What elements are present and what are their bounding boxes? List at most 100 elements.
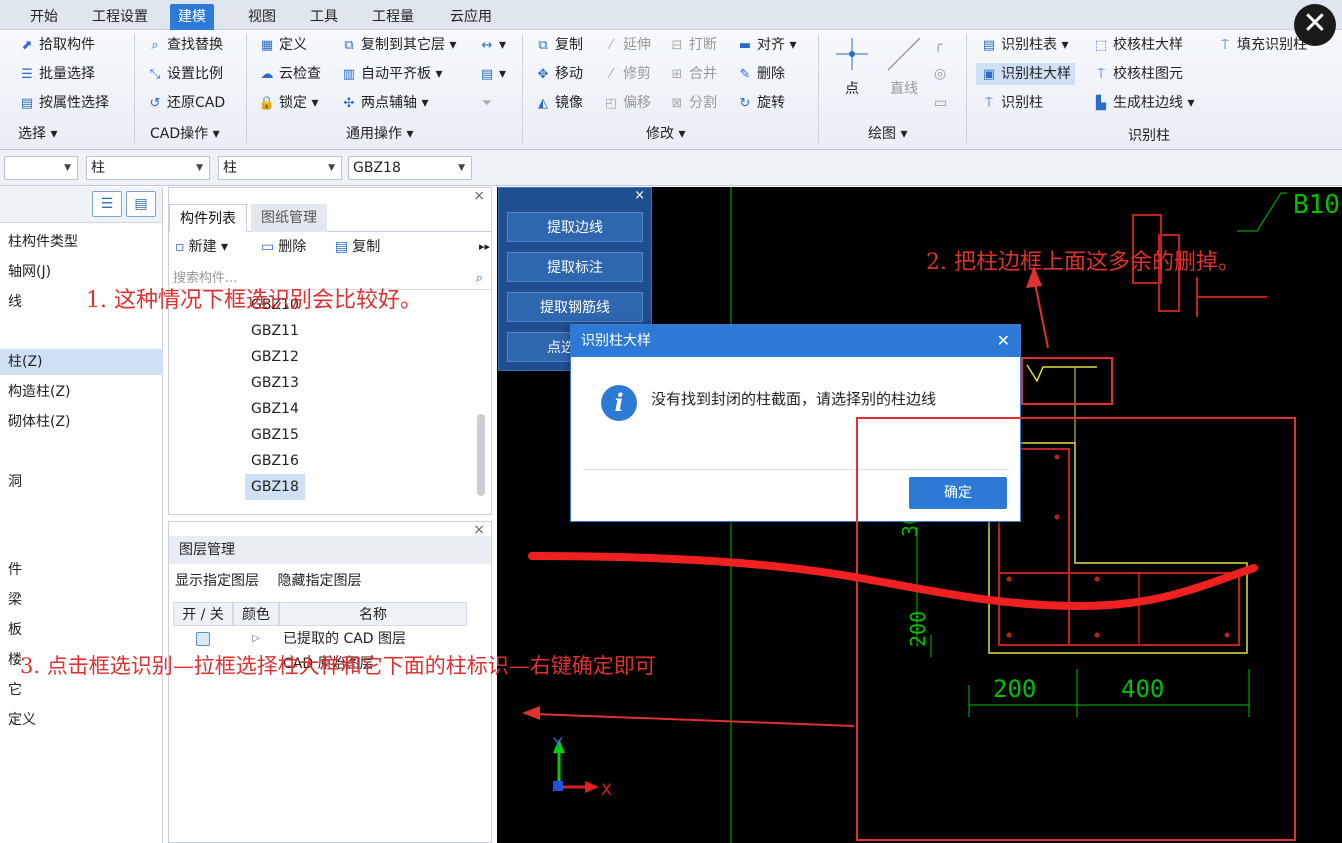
rect-icon[interactable]: ▭ <box>934 92 947 114</box>
align-button[interactable]: ▬ 对齐 ▾ <box>736 34 797 56</box>
select-by-property-button[interactable]: ▤ 按属性选择 <box>18 92 109 114</box>
delete-component-button[interactable]: ▭ 删除 <box>261 236 306 258</box>
line-tool[interactable]: 直线 <box>884 34 924 98</box>
draw-group-label[interactable]: 绘图 ▾ <box>868 124 907 144</box>
extract-dimension-button[interactable]: 提取标注 <box>507 252 643 282</box>
copy-component-button[interactable]: ▤ 复制 <box>335 236 380 258</box>
tab-start[interactable]: 开始 <box>22 6 66 30</box>
cloud-check-button[interactable]: ☁ 云检查 <box>258 63 322 85</box>
nav-item-slab[interactable]: 板 <box>0 617 163 643</box>
category-select[interactable]: 柱 ▼ <box>86 156 210 180</box>
column-header-color: 颜色 <box>233 602 279 626</box>
trim-icon: ⁄ <box>609 67 613 82</box>
list-item[interactable]: GBZ16 <box>245 448 305 474</box>
new-component-button[interactable]: ▫ 新建 ▾ <box>175 236 228 258</box>
common-group-label[interactable]: 通用操作 ▾ <box>346 124 413 144</box>
generate-column-edge-button[interactable]: ▙ 生成柱边线 ▾ <box>1092 92 1194 114</box>
type-select[interactable]: 柱 ▼ <box>218 156 342 180</box>
fill-recognize-column-button[interactable]: ⍑ 填充识别柱 <box>1216 34 1307 56</box>
close-icon[interactable]: × <box>473 188 485 204</box>
restore-cad-button[interactable]: ↺ 还原CAD <box>146 92 226 114</box>
point-tool[interactable]: 点 <box>834 34 870 98</box>
tab-view[interactable]: 视图 <box>240 6 284 30</box>
check-column-detail-button[interactable]: ⬚ 校核柱大样 <box>1092 34 1183 56</box>
nav-item-custom[interactable]: 定义 <box>0 707 163 733</box>
recognize-column-table-button[interactable]: ▤ 识别柱表 ▾ <box>980 34 1069 56</box>
define-button[interactable]: ▦ 定义 <box>258 34 307 56</box>
nav-item-opening[interactable]: 洞 <box>0 469 163 495</box>
cad-group-label[interactable]: CAD操作 ▾ <box>150 124 220 144</box>
list-item[interactable]: GBZ11 <box>245 318 305 344</box>
find-replace-button[interactable]: ⌕ 查找替换 <box>146 34 223 56</box>
trim-button[interactable]: ⁄ 修剪 <box>602 63 651 85</box>
show-layer-link[interactable]: 显示指定图层 <box>175 573 259 589</box>
nav-item-constructional-column[interactable]: 构造柱(Z) <box>0 379 163 405</box>
auto-align-slab-button[interactable]: ▥ 自动平齐板 ▾ <box>340 63 443 85</box>
copy-button[interactable]: ⧉ 复制 <box>534 34 583 56</box>
delete-icon: ▭ <box>261 239 275 255</box>
list-item[interactable]: GBZ14 <box>245 396 305 422</box>
mirror-button[interactable]: ◭ 镜像 <box>534 92 583 114</box>
move-icon: ✥ <box>537 67 549 82</box>
nav-item-component[interactable]: 件 <box>0 557 163 583</box>
list-view-icon[interactable]: ☰ <box>92 191 122 217</box>
tab-drawing-management[interactable]: 图纸管理 <box>251 204 327 232</box>
circle-icon[interactable]: ◎ <box>934 63 946 85</box>
expand-icon[interactable]: ▷ <box>233 627 279 651</box>
layer-toggle-checkbox[interactable] <box>173 627 233 651</box>
recognize-column-button[interactable]: ⍑ 识别柱 <box>980 92 1043 114</box>
batch-select-button[interactable]: ☰ 批量选择 <box>18 63 95 85</box>
split-button[interactable]: ⊠ 分割 <box>668 92 717 114</box>
tab-project-settings[interactable]: 工程设置 <box>84 6 156 30</box>
tab-modeling[interactable]: 建模 <box>170 4 214 30</box>
close-icon[interactable]: ✕ <box>997 325 1010 357</box>
tab-quantities[interactable]: 工程量 <box>364 6 422 30</box>
recognize-column-detail-button[interactable]: ▣ 识别柱大样 <box>976 63 1075 85</box>
component-list-panel: × 构件列表 图纸管理 ▫ 新建 ▾ ▭ 删除 ▤ 复制 ▸▸ 搜索构件... ⌕ GB… <box>168 187 492 515</box>
move-button[interactable]: ✥ 移动 <box>534 63 583 85</box>
layout-tool-icon[interactable]: ▤ ▾ <box>478 63 506 85</box>
select-group-label[interactable]: 选择 ▾ <box>18 124 57 144</box>
list-item[interactable]: GBZ15 <box>245 422 305 448</box>
nav-item-beam[interactable]: 梁 <box>0 587 163 613</box>
check-column-element-button[interactable]: ⍑ 校核柱图元 <box>1092 63 1183 85</box>
dialog-title: 识别柱大样 <box>581 333 651 349</box>
set-scale-button[interactable]: ⤡ 设置比例 <box>146 63 223 85</box>
merge-button[interactable]: ⊞ 合并 <box>668 63 717 85</box>
tab-tools[interactable]: 工具 <box>302 6 346 30</box>
extract-rebar-button[interactable]: 提取钢筋线 <box>507 292 643 322</box>
extract-edge-button[interactable]: 提取边线 <box>507 212 643 242</box>
modify-group-label[interactable]: 修改 ▾ <box>646 124 685 144</box>
tab-component-list[interactable]: 构件列表 <box>169 204 247 232</box>
line-icon <box>887 37 921 71</box>
lock-button[interactable]: 🔒 锁定 ▾ <box>258 92 319 114</box>
list-item[interactable]: GBZ12 <box>245 344 305 370</box>
filter-icon[interactable]: ⏷ <box>478 92 499 114</box>
offset-button[interactable]: ◰ 偏移 <box>602 92 651 114</box>
delete-button[interactable]: ✎ 删除 <box>736 63 785 85</box>
rotate-button[interactable]: ↻ 旋转 <box>736 92 785 114</box>
nav-item-other[interactable]: 它 <box>0 677 163 703</box>
hide-layer-link[interactable]: 隐藏指定图层 <box>277 573 361 589</box>
arc-icon[interactable]: ╭ <box>934 34 942 56</box>
list-scrollbar[interactable] <box>477 414 485 496</box>
component-select[interactable]: GBZ18 ▼ <box>348 156 472 180</box>
nav-item-column[interactable]: 柱(Z) <box>0 349 163 375</box>
ok-button[interactable]: 确定 <box>909 477 1007 509</box>
floor-select[interactable]: ▼ <box>4 156 78 180</box>
copy-to-floor-button[interactable]: ⧉ 复制到其它层 ▾ <box>340 34 456 56</box>
list-item-selected[interactable]: GBZ18 <box>245 474 305 500</box>
nav-item-column-types[interactable]: 柱构件类型 <box>0 229 163 255</box>
list-item[interactable]: GBZ13 <box>245 370 305 396</box>
two-point-axis-button[interactable]: ✣ 两点辅轴 ▾ <box>340 92 429 114</box>
extend-button[interactable]: ⁄ 延伸 <box>602 34 651 56</box>
more-icon[interactable]: ▸▸ <box>479 236 490 258</box>
detail-view-icon[interactable]: ▤ <box>126 191 156 217</box>
nav-item-masonry-column[interactable]: 砌体柱(Z) <box>0 409 163 435</box>
close-icon[interactable]: ✕ <box>1294 4 1336 46</box>
dimension-tool-icon[interactable]: ↔ ▾ <box>478 34 506 56</box>
close-icon[interactable]: × <box>634 188 645 203</box>
tab-cloud[interactable]: 云应用 <box>442 6 500 30</box>
pick-component-button[interactable]: ⬈ 拾取构件 <box>18 34 95 56</box>
break-button[interactable]: ⊟ 打断 <box>668 34 717 56</box>
